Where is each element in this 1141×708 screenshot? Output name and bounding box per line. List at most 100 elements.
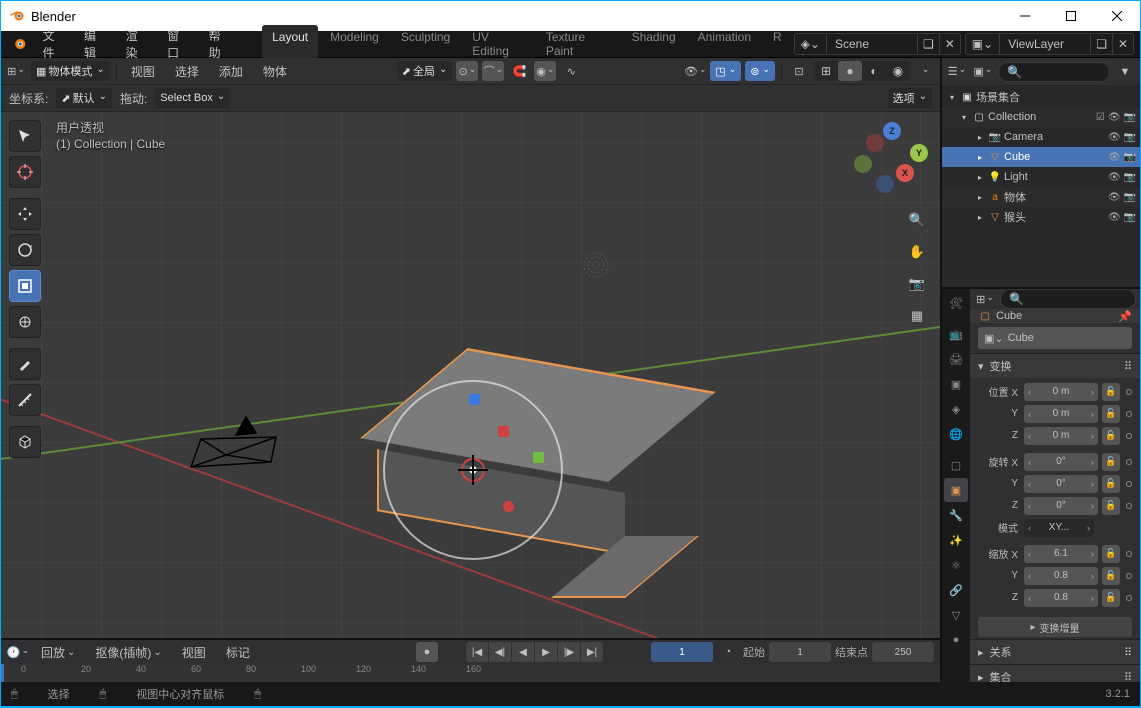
tool-measure[interactable]: [9, 384, 41, 416]
outliner-editor-icon[interactable]: ☰: [946, 62, 968, 82]
tree-scene-collection[interactable]: ▾▣ 场景集合: [942, 87, 1140, 107]
lock-loc-z-icon[interactable]: 🔓: [1102, 427, 1120, 445]
nav-zoom-icon[interactable]: 🔍: [904, 207, 930, 233]
rotation-mode[interactable]: XY...: [1024, 519, 1094, 537]
lock-scale-x-icon[interactable]: 🔓: [1102, 545, 1120, 563]
viewport-menu-object[interactable]: 物体: [255, 59, 295, 84]
keyframe-prev-icon[interactable]: ◀|: [489, 642, 511, 662]
ptab-scene-icon[interactable]: ◈: [944, 397, 968, 421]
ptab-viewlayer-icon[interactable]: ▣: [944, 372, 968, 396]
start-frame[interactable]: 1: [769, 642, 831, 662]
anim-loc-y[interactable]: [1126, 411, 1132, 417]
keyframe-next-icon[interactable]: |▶: [558, 642, 580, 662]
outliner-search[interactable]: 🔍: [998, 62, 1110, 82]
panel-collections-header[interactable]: ▸集合⠿: [970, 665, 1140, 682]
window-maximize-button[interactable]: [1048, 1, 1094, 31]
playhead[interactable]: [1, 664, 4, 682]
nav-perspective-icon[interactable]: ▦: [904, 303, 930, 329]
preview-range-icon[interactable]: ◔: [717, 642, 739, 662]
nav-gizmo[interactable]: Z Y X: [852, 120, 932, 200]
scene-delete-icon[interactable]: ✕: [939, 34, 960, 54]
shading-rendered-icon[interactable]: ◉: [886, 61, 910, 81]
tool-transform[interactable]: [9, 306, 41, 338]
autokey-toggle-icon[interactable]: ●: [416, 642, 438, 662]
tree-cube[interactable]: ▸▽ Cube 👁📷: [942, 147, 1140, 167]
panel-delta-transform[interactable]: ▸变换增量: [978, 617, 1132, 637]
scene-name[interactable]: Scene: [827, 37, 917, 51]
options-dropdown[interactable]: 选项: [888, 88, 932, 108]
tool-move[interactable]: [9, 198, 41, 230]
ptab-modifier-icon[interactable]: 🔧: [944, 503, 968, 527]
ptab-tool-icon[interactable]: 🛠: [944, 291, 968, 315]
viewlayer-name[interactable]: ViewLayer: [1000, 37, 1090, 51]
tree-empty[interactable]: ▸a 物体 👁📷: [942, 187, 1140, 207]
viewport-menu-add[interactable]: 添加: [211, 59, 251, 84]
properties-search[interactable]: 🔍: [1000, 289, 1136, 309]
blender-menu-icon[interactable]: [7, 33, 29, 55]
pivot-dropdown-icon[interactable]: ⊙: [456, 61, 478, 81]
anim-rot-x[interactable]: [1126, 459, 1132, 465]
scene-browse-icon[interactable]: ◈⌄: [795, 34, 827, 54]
end-frame[interactable]: 250: [872, 642, 934, 662]
viewport-menu-select[interactable]: 选择: [167, 59, 207, 84]
jump-start-icon[interactable]: |◀: [466, 642, 488, 662]
tool-add-cube[interactable]: [9, 426, 41, 458]
tree-collection[interactable]: ▾▢ Collection ☑👁📷: [942, 107, 1140, 127]
viewlayer-delete-icon[interactable]: ✕: [1112, 34, 1133, 54]
lock-loc-y-icon[interactable]: 🔓: [1102, 405, 1120, 423]
play-reverse-icon[interactable]: ◀: [512, 642, 534, 662]
tool-cursor[interactable]: [9, 156, 41, 188]
timeline-editor-icon[interactable]: 🕐: [7, 642, 29, 662]
ptab-material-icon[interactable]: ●: [944, 628, 968, 652]
ptab-physics-icon[interactable]: ⚛: [944, 553, 968, 577]
anim-scale-x[interactable]: [1126, 551, 1132, 557]
viewlayer-browse-icon[interactable]: ▣⌄: [966, 34, 1000, 54]
lock-rot-y-icon[interactable]: 🔓: [1102, 475, 1120, 493]
anim-rot-y[interactable]: [1126, 481, 1132, 487]
tool-select-box[interactable]: [9, 120, 41, 152]
ptab-particle-icon[interactable]: ✨: [944, 528, 968, 552]
scale-y[interactable]: 0.8: [1024, 567, 1098, 585]
editor-type-icon[interactable]: ⊞: [5, 61, 27, 81]
outliner-tree[interactable]: ▾▣ 场景集合 ▾▢ Collection ☑👁📷 ▸📷 Camera 👁📷: [942, 85, 1140, 287]
snap-dropdown-icon[interactable]: ⌒: [482, 61, 504, 81]
lock-loc-x-icon[interactable]: 🔓: [1102, 383, 1120, 401]
overlay-toggle[interactable]: ⊚: [745, 61, 775, 81]
3d-viewport[interactable]: 用户透视 (1) Collection | Cube: [1, 112, 940, 638]
location-z[interactable]: 0 m: [1024, 427, 1098, 445]
panel-transform-header[interactable]: ▾变换⠿: [970, 354, 1140, 378]
timeline-view[interactable]: 视图: [174, 640, 214, 665]
ptab-render-icon[interactable]: 📺: [944, 322, 968, 346]
anim-scale-z[interactable]: [1126, 595, 1132, 601]
drag-dropdown[interactable]: Select Box: [155, 88, 230, 108]
xray-toggle-icon[interactable]: ⊡: [788, 61, 810, 81]
coord-dropdown[interactable]: ⬈ 默认: [56, 88, 112, 108]
shading-wireframe-icon[interactable]: ⊞: [814, 61, 838, 81]
anim-loc-x[interactable]: [1126, 389, 1132, 395]
viewlayer-selector[interactable]: ▣⌄ ViewLayer ❏ ✕: [965, 33, 1134, 55]
ptab-constraint-icon[interactable]: 🔗: [944, 578, 968, 602]
ptab-data-icon[interactable]: ▽: [944, 603, 968, 627]
location-y[interactable]: 0 m: [1024, 405, 1098, 423]
tree-light[interactable]: ▸💡 Light 👁📷: [942, 167, 1140, 187]
ptab-world-icon[interactable]: 🌐: [944, 422, 968, 446]
timeline-playback[interactable]: 回放: [33, 640, 83, 665]
properties-editor-icon[interactable]: ⊞: [974, 289, 996, 309]
lock-rot-z-icon[interactable]: 🔓: [1102, 497, 1120, 515]
play-forward-icon[interactable]: ▶: [535, 642, 557, 662]
proportional-icon[interactable]: ◉: [534, 61, 556, 81]
tool-rotate[interactable]: [9, 234, 41, 266]
proportional-toggle-icon[interactable]: ∿: [560, 61, 582, 81]
ptab-output-icon[interactable]: 🖨: [944, 347, 968, 371]
tool-scale[interactable]: [9, 270, 41, 302]
anim-scale-y[interactable]: [1126, 573, 1132, 579]
camera-object[interactable]: [176, 407, 296, 497]
shading-material-icon[interactable]: ◐: [862, 61, 886, 81]
light-object[interactable]: [581, 250, 611, 280]
tool-annotate[interactable]: [9, 348, 41, 380]
viewlayer-new-icon[interactable]: ❏: [1090, 34, 1112, 54]
window-close-button[interactable]: [1094, 1, 1140, 31]
orientation-dropdown[interactable]: ⬈ 全局: [397, 61, 453, 81]
snap-toggle-icon[interactable]: 🧲: [508, 61, 530, 81]
object-name-field[interactable]: ▣⌄ Cube: [978, 327, 1132, 349]
